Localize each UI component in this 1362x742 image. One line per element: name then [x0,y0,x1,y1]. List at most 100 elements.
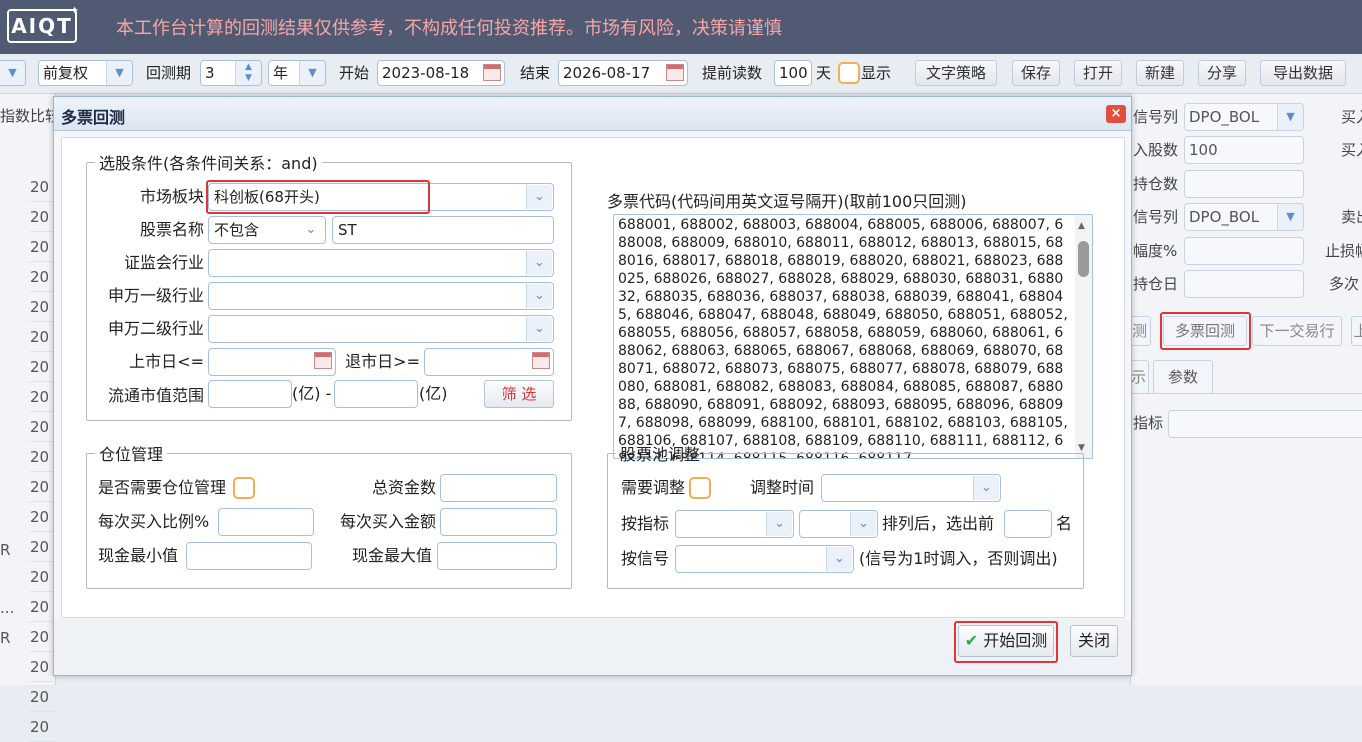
cap-max-input[interactable] [334,380,418,408]
multiple-label: 多次 [1329,275,1360,293]
delist-date-input[interactable] [424,348,554,376]
filter-legend: 选股条件(各条件间关系：and) [99,154,318,173]
buy-amount-input[interactable] [440,508,557,536]
chevron-down-icon: ⌄ [826,547,852,571]
calendar-icon[interactable] [314,352,332,369]
preread-input[interactable]: 100 [774,60,812,86]
spinner-arrows-icon[interactable]: ▲ ▼ [235,61,261,85]
indicator-input[interactable] [1168,410,1362,438]
index-compare-tab[interactable]: 指数比较 [0,100,56,132]
buy-ratio-label: 每次买入比例% [98,512,210,531]
by-signal-label: 按信号 [621,549,670,568]
period-spinner[interactable]: 3 ▲ ▼ [200,60,262,86]
backtest-button[interactable]: 测 [1129,316,1151,346]
tab-display[interactable]: 示 [1129,360,1149,394]
signal-select[interactable]: ⌄ [675,545,854,573]
rank-label: 排列后，选出前 [882,514,995,533]
indicator-select[interactable]: ⌄ [675,510,794,538]
codes-textarea[interactable]: 688001, 688002, 688003, 688004, 688005, … [613,214,1093,459]
start-date-value: 2023-08-18 [382,64,470,82]
scroll-thumb[interactable] [1078,241,1089,277]
total-capital-input[interactable] [440,474,557,502]
partial-button[interactable]: 上 [1351,316,1362,346]
csrc-industry-select[interactable]: ⌄ [208,249,554,277]
highlight-box [954,621,1058,663]
toolbar: ▼ 前复权 ▼ 回测期 3 ▲ ▼ 年 ▼ 开始 2023-08-18 结束 2026-… [0,54,1362,94]
codes-scrollbar[interactable]: ▲ ▼ [1075,215,1092,458]
chevron-down-icon: ⌄ [526,284,552,308]
buy-shares-input[interactable]: 100 [1184,136,1304,164]
new-button[interactable]: 新建 [1136,60,1184,86]
cap-unit-1: (亿) - [292,384,332,403]
cap-unit-2: (亿) [419,384,448,403]
filter-button[interactable]: 筛 选 [484,380,554,408]
save-button[interactable]: 保存 [1012,60,1060,86]
tab-params[interactable]: 参数 [1153,360,1213,394]
row-side-mark: R [0,629,11,647]
share-button[interactable]: 分享 [1198,60,1246,86]
range-label: 幅度% [1133,242,1178,260]
signal-col-value: DPO_BOL [1189,108,1260,126]
chevron-down-icon: ▼ [1277,204,1303,230]
list-date-label: 上市日<= [129,352,204,371]
sw1-industry-select[interactable]: ⌄ [208,282,554,310]
need-position-checkbox[interactable] [233,477,255,499]
chevron-down-icon: ⌄ [973,476,999,500]
logo-sparkle-icon: ✦ [70,4,80,17]
signal-col-select[interactable]: DPO_BOL ▼ [1184,103,1304,131]
partial-select[interactable]: ▼ [0,60,26,86]
calendar-icon[interactable] [483,64,501,81]
chevron-down-icon: ⌄ [526,251,552,275]
sell-signal-label: 信号列 [1133,208,1179,226]
cash-min-label: 现金最小值 [98,546,179,565]
close-icon[interactable]: × [1106,105,1126,123]
chevron-down-icon: ⌄ [526,317,552,341]
name-mode-select[interactable]: 不包含 ⌄ [208,216,326,244]
chevron-down-icon: ⌄ [766,512,792,536]
row-side-mark: R [0,541,11,559]
cash-max-input[interactable] [437,542,557,570]
cash-min-input[interactable] [186,542,312,570]
chevron-down-icon: ▼ [106,61,132,85]
hold-count-input[interactable] [1184,170,1304,198]
calendar-icon[interactable] [666,64,684,81]
order-select[interactable]: ⌄ [799,510,878,538]
cap-min-input[interactable] [208,380,292,408]
period-unit-select[interactable]: 年 ▼ [268,60,326,86]
stock-name-input[interactable]: ST [332,216,554,244]
close-button[interactable]: 关闭 [1070,625,1118,657]
next-trade-row-button[interactable]: 下一交易行 [1252,316,1342,346]
cash-max-label: 现金最大值 [351,546,432,565]
sw2-industry-select[interactable]: ⌄ [208,315,554,343]
total-capital-label: 总资金数 [371,478,436,497]
need-position-label: 是否需要仓位管理 [98,478,227,497]
hold-days-input[interactable] [1184,270,1304,298]
end-date-input[interactable]: 2026-08-17 [558,60,688,86]
chevron-down-icon: ▼ [299,61,325,85]
scroll-up-icon[interactable]: ▲ [1078,221,1085,231]
dialog-header [54,97,1131,131]
sell-signal-select[interactable]: DPO_BOL ▼ [1184,203,1304,231]
need-adjust-checkbox[interactable] [689,477,711,499]
buy-ratio-input[interactable] [218,508,314,536]
table-row: 20 [30,712,56,742]
market-label: 市场板块 [139,187,204,206]
hold-days-label: 持仓日 [1133,275,1179,293]
hold-count-label: 持仓数 [1133,175,1179,193]
start-date-input[interactable]: 2023-08-18 [377,60,505,86]
export-data-button[interactable]: 导出数据 [1260,60,1346,86]
text-strategy-button[interactable]: 文字策略 [915,60,997,86]
chevron-down-icon: ⌄ [298,218,324,242]
adjust-select[interactable]: 前复权 ▼ [38,60,133,86]
calendar-icon[interactable] [532,352,550,369]
codes-label: 多票代码(代码间用英文逗号隔开)(取前100只回测) [607,192,967,211]
buy-label: 买入 [1341,108,1362,126]
open-button[interactable]: 打开 [1074,60,1122,86]
preread-label: 提前读数 [702,64,763,82]
range-input[interactable] [1184,237,1304,265]
list-date-input[interactable] [208,348,336,376]
show-checkbox[interactable] [838,62,860,84]
adjust-time-select[interactable]: ⌄ [821,474,1001,502]
rank-count-input[interactable] [1004,510,1052,538]
multi-backtest-dialog: 多票回测 × 选股条件(各条件间关系：and) 市场板块 科创板(68开头) ⌄ … [53,96,1132,676]
